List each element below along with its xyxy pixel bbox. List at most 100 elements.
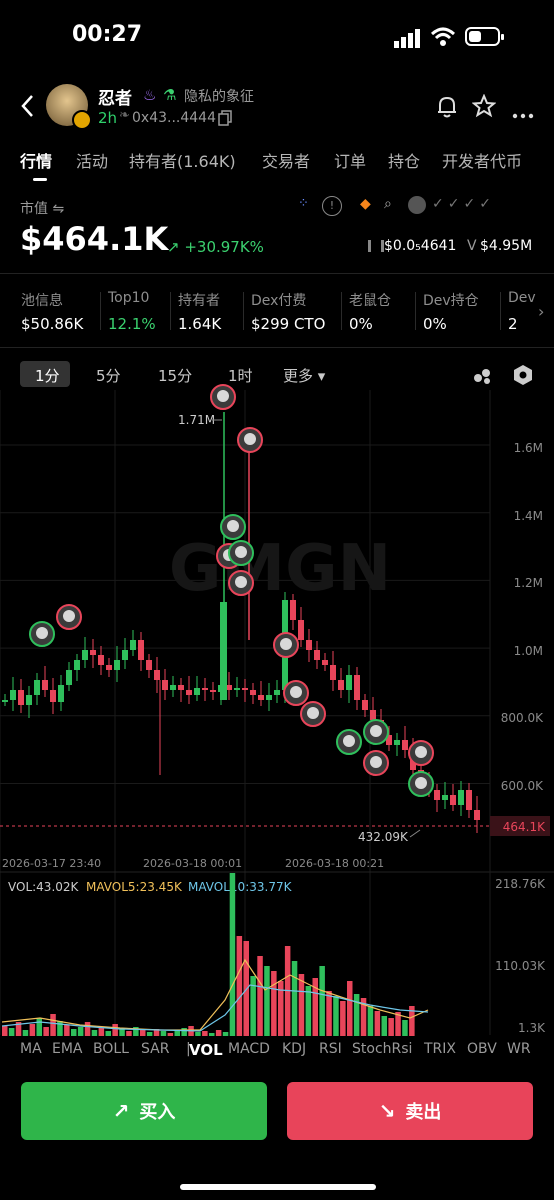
low-label: 432.09K	[358, 830, 409, 844]
volume-bar	[202, 1031, 208, 1036]
candle-body	[90, 650, 96, 655]
volume-bar	[367, 1006, 374, 1036]
candle-body	[474, 810, 480, 820]
trader-avatar	[408, 740, 434, 766]
candle-body	[362, 700, 368, 710]
candle-body	[42, 680, 48, 690]
candle-body	[442, 795, 448, 800]
candle-body	[202, 688, 208, 690]
candle-body	[146, 660, 152, 670]
indicator-rsi[interactable]: RSI	[319, 1041, 342, 1057]
low-marker	[409, 829, 421, 838]
avatar-face	[280, 638, 292, 650]
avatar-face	[227, 520, 239, 532]
candle-body	[170, 685, 176, 690]
trader-avatar	[29, 621, 55, 647]
indicator-kdj[interactable]: KDJ	[282, 1041, 306, 1057]
x-axis-label: 2026-03-18 00:01	[143, 857, 242, 870]
indicator-trix[interactable]: TRIX	[424, 1041, 456, 1057]
candle-body	[26, 695, 32, 705]
candle-body	[50, 690, 56, 702]
y-axis-label: 600.0K	[501, 779, 544, 793]
volume-bar	[195, 1032, 201, 1036]
volume-bar	[298, 974, 305, 1036]
candle-body	[82, 650, 88, 660]
indicator-sar[interactable]: SAR	[141, 1041, 169, 1057]
volume-bar	[8, 1028, 15, 1036]
avatar-face	[370, 756, 382, 768]
candle-body	[220, 602, 227, 700]
avatar-face	[415, 777, 427, 789]
candle-body	[258, 695, 264, 700]
candle-body	[290, 600, 296, 620]
volume-bar	[2, 1026, 8, 1036]
candle-body	[314, 650, 320, 660]
volume-bar	[319, 966, 325, 1036]
indicator-wr[interactable]: WR	[507, 1041, 531, 1057]
candle-body	[234, 688, 240, 690]
candle-body	[450, 795, 456, 805]
trader-avatar	[300, 701, 326, 727]
y-axis-label: 1.4M	[514, 509, 543, 523]
candle-body	[194, 688, 200, 695]
trader-avatar	[336, 729, 362, 755]
volume-bar	[167, 1033, 174, 1036]
candle-body	[322, 660, 328, 665]
indicator-obv[interactable]: OBV	[467, 1041, 497, 1057]
avatar-face	[235, 546, 247, 558]
candle-body	[74, 660, 80, 670]
candle-body	[66, 670, 72, 685]
mavol10-label: MAVOL10:33.77K	[188, 880, 293, 894]
volume-bar	[257, 956, 263, 1036]
volume-bar	[29, 1024, 36, 1036]
candle-body	[10, 690, 16, 700]
volume-bar	[98, 1028, 105, 1036]
high-label: 1.71M	[178, 413, 215, 427]
volume-bar	[264, 966, 270, 1036]
trader-avatar	[210, 384, 236, 410]
candle-body	[394, 740, 400, 745]
volume-bar	[112, 1024, 118, 1036]
volume-bar	[388, 1018, 394, 1036]
volume-bar	[181, 1028, 187, 1036]
avatar-face	[307, 707, 319, 719]
avatar-face	[290, 686, 302, 698]
candle-body	[122, 650, 128, 660]
buy-button[interactable]: ↗ 买入	[21, 1082, 267, 1140]
volume-bar	[71, 1029, 77, 1036]
volume-bar	[119, 1029, 125, 1036]
volume-bar	[146, 1032, 153, 1036]
candle-body	[138, 640, 144, 660]
indicator-ma[interactable]: MA	[20, 1041, 42, 1057]
volume-bar	[43, 1027, 49, 1036]
candlestick-chart[interactable]: GMGN 1.6M 1.4M 1.2M 1.0M 800.0K 600.0K 464.1K 1.…	[0, 0, 554, 1200]
candle-body	[2, 700, 8, 702]
volume-bar	[222, 1032, 229, 1036]
arrow-up-right-icon: ↗	[112, 1099, 130, 1123]
avatar-face	[217, 390, 229, 402]
candle-body	[434, 790, 440, 800]
indicator-macd[interactable]: MACD	[228, 1041, 270, 1057]
candle-body	[114, 660, 120, 670]
y-axis-label: 800.0K	[501, 711, 544, 725]
trader-avatar	[228, 540, 254, 566]
candle-body	[354, 675, 360, 700]
volume-bar	[347, 981, 353, 1036]
avatar-face	[235, 576, 247, 588]
volume-bar	[140, 1030, 146, 1036]
volume-bar	[340, 1001, 346, 1036]
x-axis-label: 2026-03-18 00:21	[285, 857, 384, 870]
sell-button[interactable]: ↘ 卖出	[287, 1082, 533, 1140]
candle-body	[330, 665, 336, 680]
volume-bar	[243, 941, 249, 1036]
indicator-ema[interactable]: EMA	[52, 1041, 83, 1057]
gmgn-watermark: GMGN	[169, 532, 391, 606]
trader-avatar	[220, 514, 246, 540]
indicator-stochrsi[interactable]: StochRsi	[352, 1041, 412, 1057]
candle-body	[274, 690, 280, 695]
volume-bar	[271, 971, 277, 1036]
candle-body	[458, 790, 464, 805]
indicator-vol[interactable]: VOL	[189, 1041, 223, 1059]
indicator-boll[interactable]: BOLL	[93, 1041, 129, 1057]
avatar-face	[370, 725, 382, 737]
